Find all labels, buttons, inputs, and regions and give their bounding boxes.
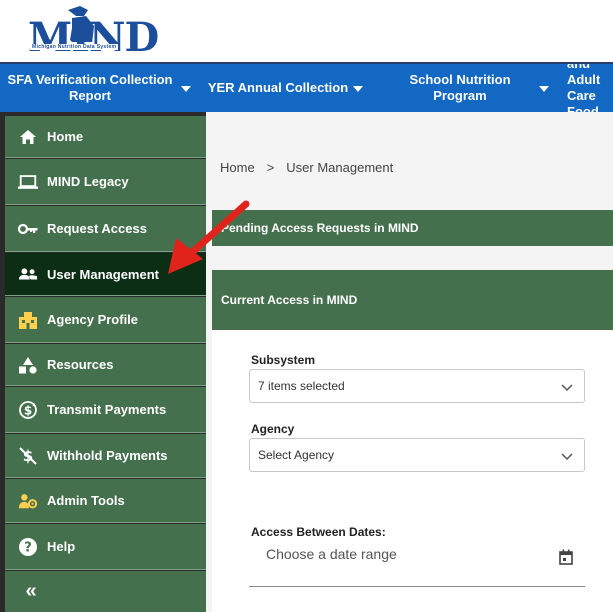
mind-logo[interactable]: MIND Michigan Nutrition Data System [28,4,160,61]
breadcrumb-separator: > [266,160,275,175]
sidebar-item-label: Agency Profile [47,312,139,327]
sidebar-item-label: Help [47,539,76,554]
users-icon [18,264,38,284]
sidebar-item-admin-tools[interactable]: Admin Tools [5,479,206,523]
sidebar-item-mind-legacy[interactable]: MIND Legacy [5,159,206,205]
topnav-label: YER Annual Collection [207,80,349,95]
calendar-icon[interactable] [559,549,573,570]
current-access-filter-form: Subsystem 7 items selected Agency Select… [212,330,613,612]
topnav-child-adult-care[interactable]: Child and Adult Care Food Program [547,64,613,112]
topnav-yer-annual[interactable]: YER Annual Collection [203,64,379,112]
access-dates-label: Access Between Dates: [251,525,386,539]
withhold-payments-icon: $ [18,446,38,466]
date-range-input[interactable]: Choose a date range [249,543,585,587]
subsystem-value: 7 items selected [258,379,345,393]
shapes-icon [18,355,38,375]
sidebar-collapse-button[interactable]: « [5,571,206,612]
sidebar-item-home[interactable]: Home [5,116,206,158]
panel-title: Pending Access Requests in MIND [221,221,419,235]
header-logo-bar: MIND Michigan Nutrition Data System [0,0,613,62]
sidebar-item-label: Home [47,129,84,144]
breadcrumb-current: User Management [286,160,394,175]
top-navigation: SFA Verification Collection Report YER A… [0,62,613,112]
building-icon [18,310,38,330]
agency-select[interactable]: Select Agency [249,438,585,472]
sidebar-item-label: Transmit Payments [47,402,167,417]
sidebar-item-label: Request Access [47,221,147,236]
main-content: Home > User Management Pending Access Re… [206,112,613,612]
transmit-payments-icon: $ [18,400,38,420]
date-range-placeholder: Choose a date range [266,546,397,562]
breadcrumb-home-link[interactable]: Home [220,160,255,175]
sidebar-item-label: MIND Legacy [47,174,129,189]
laptop-icon [18,172,38,192]
double-chevron-left-icon: « [25,580,37,602]
panel-title: Current Access in MIND [221,293,358,307]
help-icon: ? [18,537,38,557]
home-icon [18,127,38,147]
breadcrumb: Home > User Management [220,160,393,175]
topnav-label: Child and Adult Care Food Program [567,64,601,112]
agency-placeholder: Select Agency [258,448,335,462]
sidebar-item-request-access[interactable]: Request Access [5,206,206,252]
sidebar: Home MIND Legacy Request Access User Man… [0,112,206,612]
agency-label: Agency [251,422,295,436]
logo-subtitle: Michigan Nutrition Data System [30,44,119,50]
sidebar-item-label: Admin Tools [47,493,125,508]
sidebar-item-transmit-payments[interactable]: $ Transmit Payments [5,387,206,433]
sidebar-item-withhold-payments[interactable]: $ Withhold Payments [5,434,206,478]
topnav-label: SFA Verification Collection Report [7,72,173,103]
topnav-school-nutrition[interactable]: School Nutrition Program [379,64,549,112]
current-access-header[interactable]: Current Access in MIND [212,270,613,330]
key-icon [18,219,38,239]
sidebar-item-help[interactable]: ? Help [5,524,206,570]
logo-text: MIND [28,14,159,61]
caret-down-icon [181,86,191,92]
topnav-label: School Nutrition Program [409,72,511,103]
admin-tools-icon [18,491,38,511]
sidebar-item-label: Resources [47,357,114,372]
chevron-down-icon [561,381,573,395]
pending-access-requests-header[interactable]: Pending Access Requests in MIND [212,210,613,246]
subsystem-select[interactable]: 7 items selected [249,369,585,403]
topnav-sfa-verification[interactable]: SFA Verification Collection Report [0,64,203,112]
caret-down-icon [353,86,363,92]
sidebar-item-user-management[interactable]: User Management [5,253,206,296]
sidebar-item-agency-profile[interactable]: Agency Profile [5,297,206,343]
sidebar-item-resources[interactable]: Resources [5,344,206,386]
svg-text:$: $ [24,403,32,417]
subsystem-label: Subsystem [251,353,316,367]
sidebar-item-label: User Management [47,266,159,282]
chevron-down-icon [561,450,573,464]
sidebar-item-label: Withhold Payments [47,448,168,463]
svg-text:?: ? [24,540,32,555]
